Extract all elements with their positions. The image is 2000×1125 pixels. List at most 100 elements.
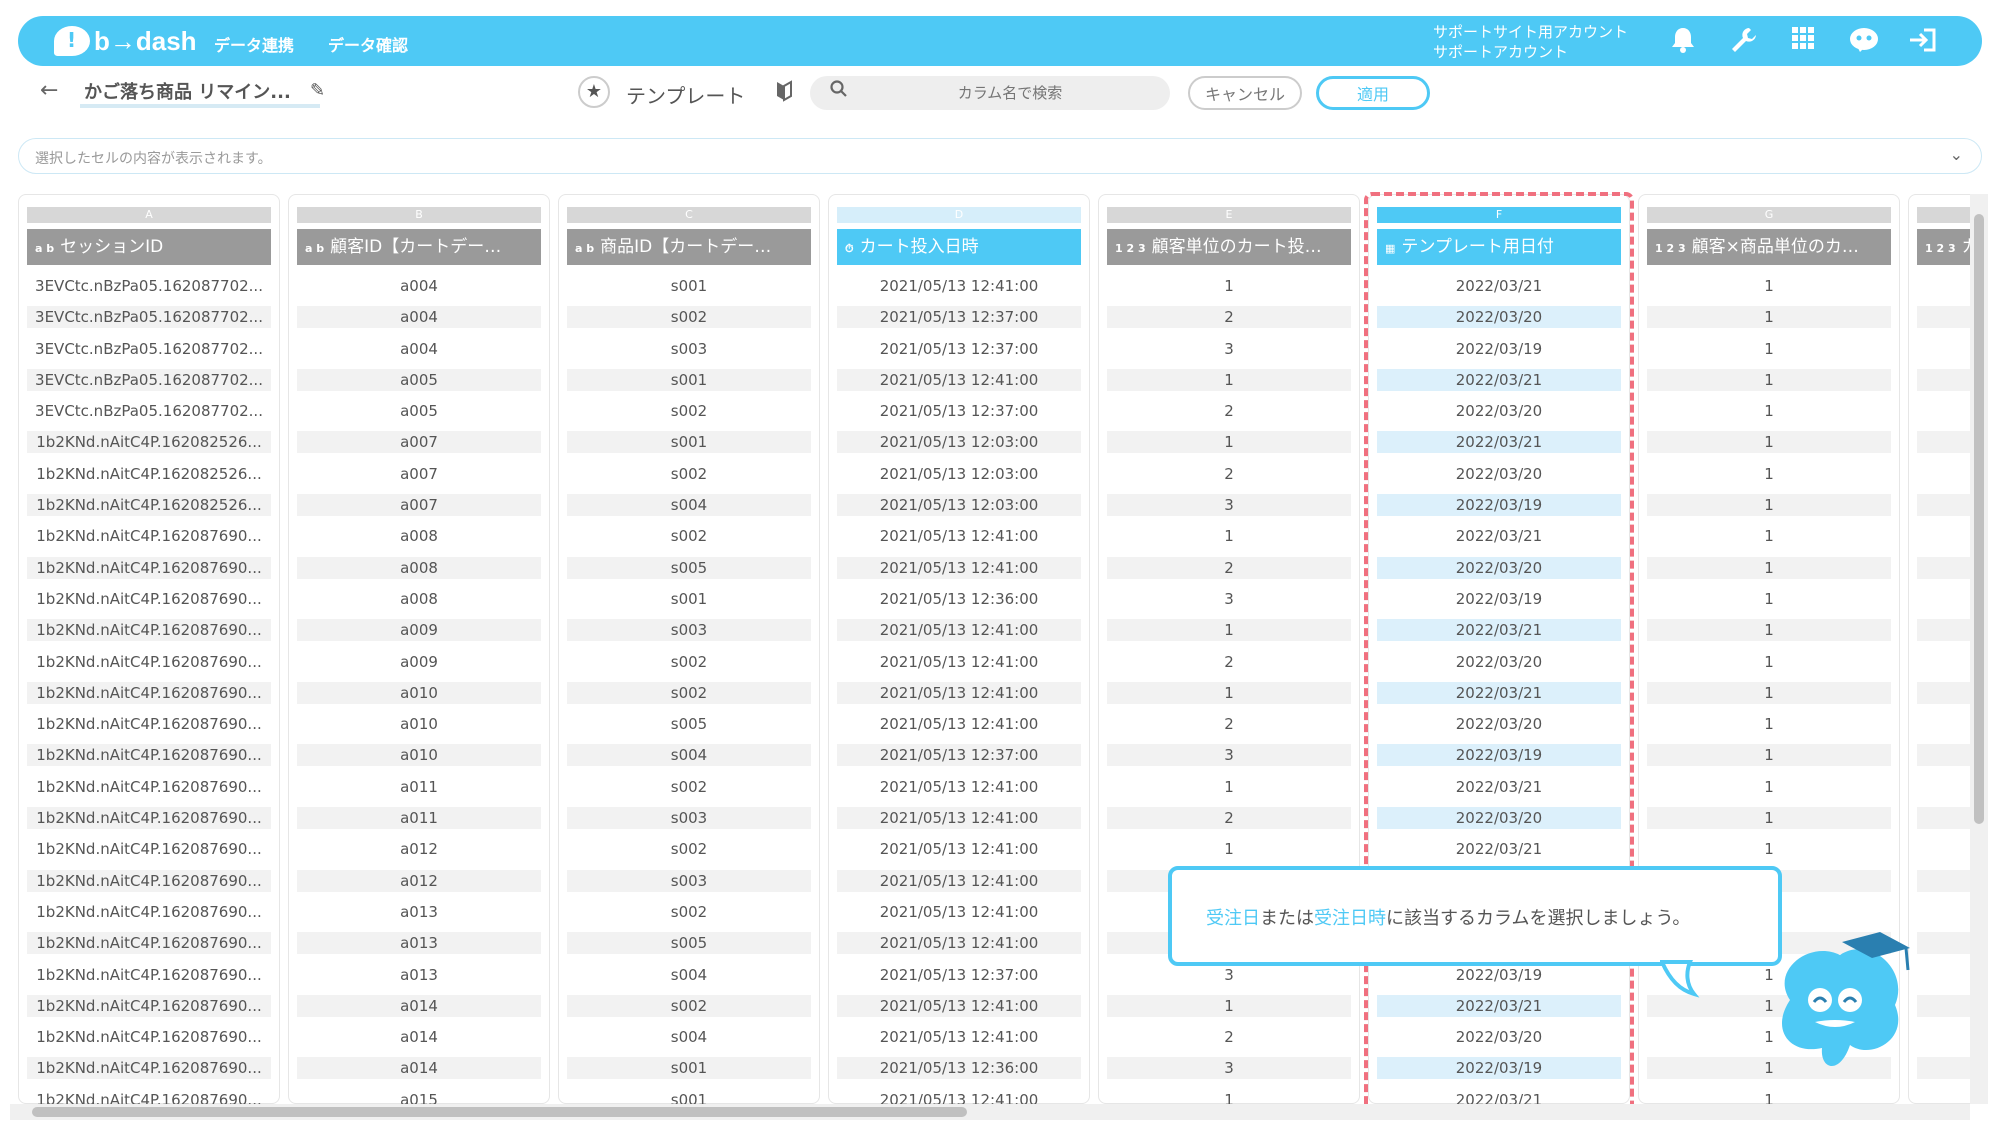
vertical-scrollbar[interactable] (1970, 194, 1988, 1104)
mascot-chat-icon[interactable] (1848, 26, 1878, 56)
table-cell[interactable]: 1b2KNd.nAitC4P.162082526... (27, 494, 271, 517)
logout-icon[interactable] (1908, 26, 1938, 56)
table-cell[interactable]: 3EVCtc.nBzPa05.162087702... (27, 306, 271, 329)
table-cell[interactable]: 1b2KNd.nAitC4P.162087690... (27, 838, 271, 860)
table-cell[interactable]: 3EVCtc.nBzPa05.162087702... (27, 368, 271, 391)
table-cell[interactable]: a007 (297, 431, 541, 454)
table-cell[interactable]: 2 (1107, 463, 1351, 485)
table-cell[interactable]: 2022/03/20 (1377, 400, 1621, 422)
column-header[interactable]: a b 顧客ID【カートデー… (297, 229, 541, 265)
table-cell[interactable]: 1 (1647, 431, 1891, 454)
table-cell[interactable]: 1 (1647, 776, 1891, 798)
table-cell[interactable]: s001 (567, 431, 811, 454)
logo[interactable]: b→dash (54, 26, 197, 56)
table-cell[interactable]: 1 (1647, 275, 1891, 297)
table-cell[interactable] (1917, 494, 1970, 517)
table-cell[interactable]: 2021/05/13 12:41:00 (837, 713, 1081, 735)
table-cell[interactable]: 2022/03/21 (1377, 838, 1621, 860)
table-cell[interactable]: a013 (297, 964, 541, 986)
table-cell[interactable]: 1 (1107, 838, 1351, 860)
table-cell[interactable] (1917, 1026, 1970, 1048)
table-cell[interactable]: 2022/03/20 (1377, 556, 1621, 579)
table-cell[interactable]: 2021/05/13 12:41:00 (837, 1089, 1081, 1104)
table-cell[interactable]: 1 (1107, 681, 1351, 704)
column-letter[interactable]: H (1917, 207, 1970, 223)
table-cell[interactable]: 2021/05/13 12:41:00 (837, 368, 1081, 391)
table-cell[interactable]: 1 (1107, 275, 1351, 297)
table-cell[interactable] (1917, 368, 1970, 391)
table-cell[interactable] (1917, 776, 1970, 798)
table-cell[interactable]: 1 (1647, 1089, 1891, 1104)
beginner-mark-icon[interactable] (775, 80, 793, 107)
table-cell[interactable]: s005 (567, 713, 811, 735)
table-cell[interactable]: s001 (567, 1057, 811, 1080)
table-cell[interactable]: 2021/05/13 12:36:00 (837, 1057, 1081, 1080)
column-letter[interactable]: G (1647, 207, 1891, 223)
table-cell[interactable]: a007 (297, 494, 541, 517)
table-cell[interactable]: 2021/05/13 12:41:00 (837, 681, 1081, 704)
table-cell[interactable]: 2022/03/20 (1377, 463, 1621, 485)
table-cell[interactable]: 2021/05/13 12:36:00 (837, 588, 1081, 610)
table-cell[interactable] (1917, 838, 1970, 860)
chevron-down-icon[interactable]: ⌄ (1950, 145, 1963, 164)
table-cell[interactable] (1917, 1057, 1970, 1080)
table-cell[interactable]: 1 (1647, 463, 1891, 485)
table-cell[interactable] (1917, 588, 1970, 610)
table-cell[interactable]: 1 (1647, 744, 1891, 767)
table-cell[interactable]: 2 (1107, 807, 1351, 830)
table-cell[interactable]: s002 (567, 525, 811, 547)
table-cell[interactable]: 2021/05/13 12:41:00 (837, 776, 1081, 798)
table-cell[interactable]: 2022/03/21 (1377, 681, 1621, 704)
table-cell[interactable]: 1b2KNd.nAitC4P.162087690... (27, 1089, 271, 1104)
column-b[interactable]: Ba b 顧客ID【カートデー… a004 a004 a004 a005 a005 a007 a… (288, 194, 550, 1104)
table-cell[interactable]: 1b2KNd.nAitC4P.162082526... (27, 463, 271, 485)
column-header[interactable]: 1 2 3 カ… (1917, 229, 1970, 265)
table-cell[interactable]: 2022/03/21 (1377, 994, 1621, 1017)
vertical-scroll-thumb[interactable] (1974, 214, 1984, 824)
table-cell[interactable]: 1b2KNd.nAitC4P.162087690... (27, 901, 271, 923)
wrench-icon[interactable] (1728, 26, 1758, 56)
table-cell[interactable]: 3 (1107, 964, 1351, 986)
table-cell[interactable]: s005 (567, 932, 811, 955)
table-cell[interactable] (1917, 431, 1970, 454)
table-cell[interactable]: s002 (567, 901, 811, 923)
table-cell[interactable]: 1 (1107, 368, 1351, 391)
table-cell[interactable]: 1b2KNd.nAitC4P.162087690... (27, 869, 271, 892)
table-cell[interactable] (1917, 338, 1970, 360)
table-cell[interactable]: 2021/05/13 12:41:00 (837, 869, 1081, 892)
column-letter[interactable]: D (837, 207, 1081, 223)
table-cell[interactable]: a014 (297, 1026, 541, 1048)
table-cell[interactable]: 2022/03/20 (1377, 1026, 1621, 1048)
column-header[interactable]: ▦ テンプレート用日付 (1377, 229, 1621, 265)
table-cell[interactable]: a010 (297, 744, 541, 767)
table-cell[interactable]: 1b2KNd.nAitC4P.162087690... (27, 932, 271, 955)
table-cell[interactable]: 2021/05/13 12:41:00 (837, 556, 1081, 579)
table-cell[interactable]: s003 (567, 869, 811, 892)
column-header[interactable]: 1 2 3 顧客単位のカート投… (1107, 229, 1351, 265)
column-e[interactable]: E 1 2 3 顧客単位のカート投… 1 2 3 1 2 1 2 3 1 2 3 1 2 1 2 3 1 2 1 3 1 2 3 1 (1098, 194, 1360, 1104)
table-cell[interactable]: s002 (567, 463, 811, 485)
table-cell[interactable]: s001 (567, 1089, 811, 1104)
column-a[interactable]: Aa b セッションID 3EVCtc.nBzPa05.162087702... 3E… (18, 194, 280, 1104)
table-cell[interactable]: 2022/03/21 (1377, 1089, 1621, 1104)
table-cell[interactable]: 2021/05/13 12:03:00 (837, 431, 1081, 454)
table-cell[interactable]: 2022/03/21 (1377, 525, 1621, 547)
table-cell[interactable] (1917, 556, 1970, 579)
table-cell[interactable]: 1 (1107, 994, 1351, 1017)
cancel-button[interactable]: キャンセル (1188, 76, 1302, 110)
table-cell[interactable]: 2021/05/13 12:41:00 (837, 838, 1081, 860)
column-header[interactable]: a b 商品ID【カートデー… (567, 229, 811, 265)
table-cell[interactable]: 1b2KNd.nAitC4P.162087690... (27, 588, 271, 610)
table-cell[interactable]: a010 (297, 681, 541, 704)
table-cell[interactable]: 2022/03/19 (1377, 964, 1621, 986)
table-cell[interactable] (1917, 1089, 1970, 1104)
table-cell[interactable]: s004 (567, 494, 811, 517)
table-cell[interactable]: a013 (297, 901, 541, 923)
table-cell[interactable]: 1b2KNd.nAitC4P.162087690... (27, 681, 271, 704)
table-cell[interactable]: s004 (567, 964, 811, 986)
apps-grid-icon[interactable] (1788, 26, 1818, 56)
account-info[interactable]: サポートサイト用アカウント サポートアカウント (1433, 22, 1628, 62)
horizontal-scroll-thumb[interactable] (32, 1107, 967, 1117)
back-arrow-icon[interactable]: ← (40, 78, 58, 103)
table-cell[interactable]: s002 (567, 994, 811, 1017)
